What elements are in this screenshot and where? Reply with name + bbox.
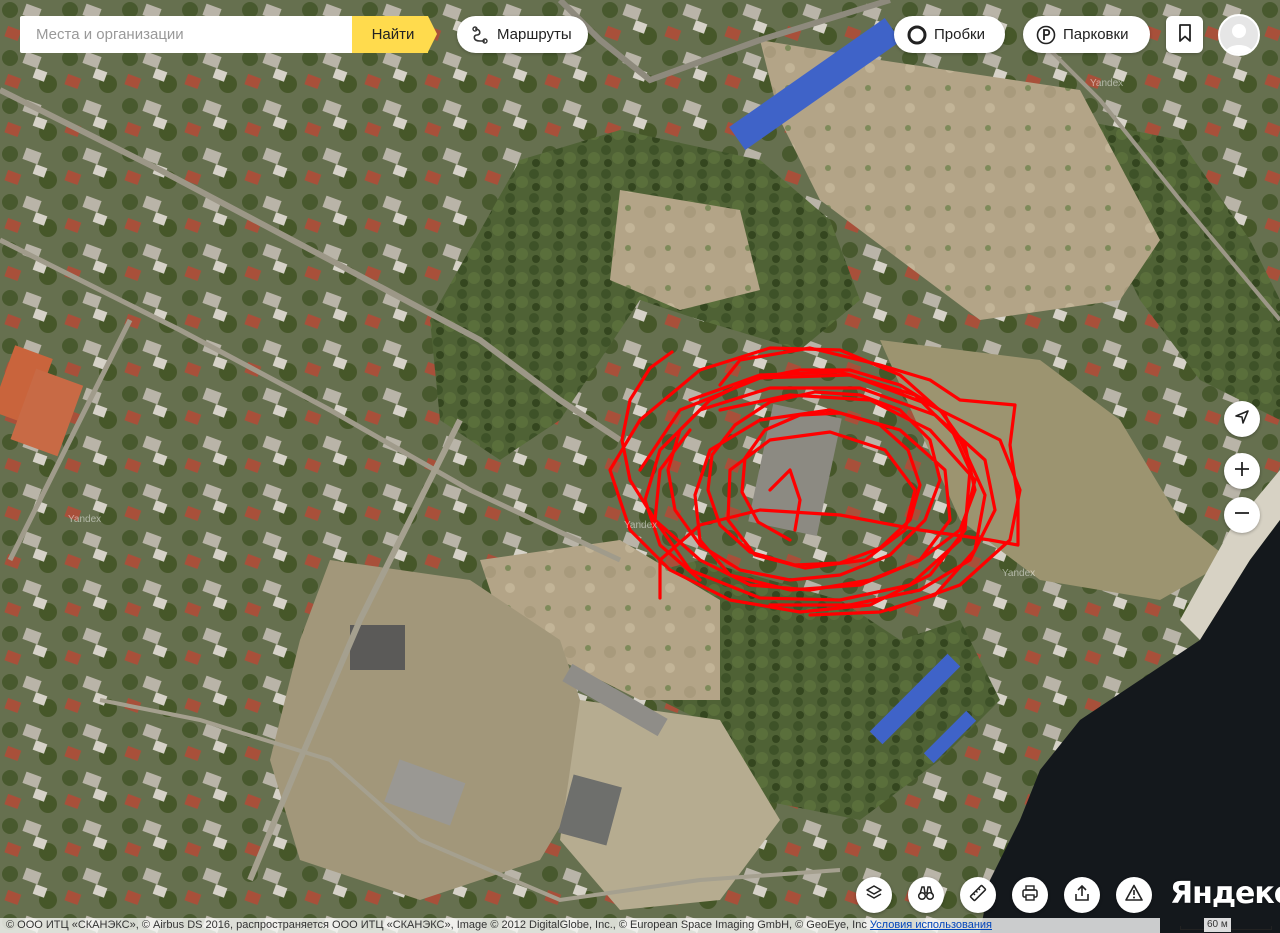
ruler-button[interactable] (960, 877, 996, 913)
warning-icon (1125, 884, 1143, 906)
scale-bar: 60 м (1180, 918, 1272, 933)
report-error-button[interactable] (1116, 877, 1152, 913)
zoom-in-button[interactable] (1224, 453, 1260, 489)
map-watermark: Yandex (1090, 78, 1123, 89)
location-arrow-icon (1234, 409, 1250, 429)
locate-me-button[interactable] (1224, 401, 1260, 437)
route-icon (469, 24, 491, 46)
ruler-icon (969, 884, 987, 906)
map-watermark: Yandex (68, 514, 101, 525)
traffic-button[interactable]: Пробки (894, 16, 1005, 53)
bookmark-icon (1177, 23, 1193, 46)
map-watermark: Yandex (1002, 568, 1035, 579)
user-icon (1225, 24, 1253, 54)
share-icon (1073, 884, 1091, 906)
plus-icon (1234, 461, 1250, 481)
routes-button[interactable]: Маршруты (457, 16, 588, 53)
parking-label: Парковки (1063, 26, 1129, 43)
binoculars-icon (917, 884, 935, 906)
traffic-label: Пробки (934, 26, 985, 43)
search-button[interactable]: Найти (352, 16, 437, 53)
bookmarks-button[interactable] (1166, 16, 1203, 53)
traffic-icon (906, 24, 928, 46)
user-avatar[interactable] (1218, 14, 1260, 56)
routes-label: Маршруты (497, 26, 572, 43)
map-watermark: Yandex (624, 520, 657, 531)
scale-label: 60 м (1204, 918, 1231, 932)
copyright-text: © ООО ИТЦ «СКАНЭКС», © Airbus DS 2016, р… (6, 919, 867, 931)
search-input[interactable] (20, 16, 352, 53)
copyright-bar: © ООО ИТЦ «СКАНЭКС», © Airbus DS 2016, р… (0, 918, 1160, 933)
search-bar: Найти (20, 16, 440, 53)
parking-button[interactable]: Парковки (1023, 16, 1150, 53)
panorama-button[interactable] (908, 877, 944, 913)
layers-button[interactable] (856, 877, 892, 913)
terms-link[interactable]: Условия использования (870, 919, 992, 931)
share-button[interactable] (1064, 877, 1100, 913)
yandex-logo[interactable]: Яндекс (1170, 876, 1280, 911)
print-button[interactable] (1012, 877, 1048, 913)
building-roof (350, 625, 405, 670)
layers-icon (865, 884, 883, 906)
parking-icon (1035, 24, 1057, 46)
printer-icon (1021, 884, 1039, 906)
minus-icon (1234, 505, 1250, 525)
satellite-map[interactable]: Yandex Yandex Yandex Yandex (0, 0, 1280, 933)
zoom-out-button[interactable] (1224, 497, 1260, 533)
